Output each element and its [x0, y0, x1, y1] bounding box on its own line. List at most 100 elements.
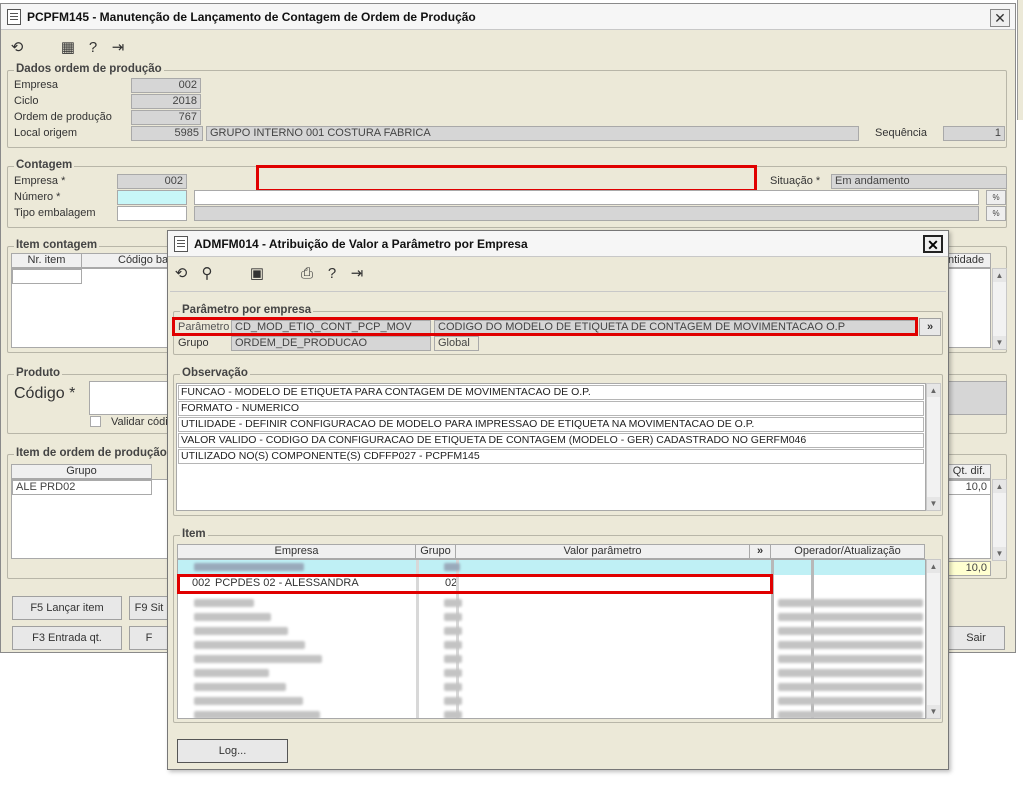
empresa-field: 002 [131, 78, 201, 93]
numero-input[interactable] [117, 190, 187, 205]
sair-button[interactable]: Sair [947, 626, 1005, 650]
help-icon[interactable]: ? [84, 39, 102, 57]
tipo-embalagem-description [194, 206, 979, 221]
dialog-window: ADMFM014 - Atribuição de Valor a Parâmet… [167, 230, 949, 770]
situacao-label: Situação * [770, 175, 821, 187]
observacao-scrollbar[interactable]: ▲ ▼ [926, 383, 941, 511]
item-contagem-scrollbar[interactable]: ▲ ▼ [992, 268, 1007, 350]
scroll-down-arrow[interactable]: ▼ [993, 336, 1006, 349]
item-ordem-total: 10,0 [947, 561, 991, 576]
redacted-cell [778, 613, 923, 621]
refresh-icon[interactable]: ⟲ [172, 265, 190, 283]
redacted-cell [444, 613, 462, 621]
numero-description [194, 190, 979, 205]
grupo-label: Grupo [178, 337, 209, 349]
background-window-edge [1017, 0, 1023, 120]
calendar-icon[interactable]: ▦ [59, 39, 77, 57]
contagem-empresa-label: Empresa * [14, 175, 66, 187]
exit-icon[interactable]: ⇥ [348, 265, 366, 283]
scroll-down-arrow[interactable]: ▼ [927, 705, 940, 718]
sequencia-label: Sequência [875, 127, 927, 139]
grupo-column-header[interactable]: Grupo [415, 544, 456, 559]
qt-dif-header[interactable]: Qt. dif. [947, 464, 991, 479]
contagem-empresa-field: 002 [117, 174, 187, 189]
quantidade-header[interactable]: ntidade [947, 253, 991, 268]
contagem-highlight-box [256, 165, 757, 192]
scroll-up-arrow[interactable]: ▲ [993, 480, 1006, 493]
tipo-embalagem-label: Tipo embalagem [14, 207, 96, 219]
main-title: PCPFM145 - Manutenção de Lançamento de C… [27, 9, 476, 24]
numero-label: Número * [14, 191, 61, 203]
redacted-cell [444, 697, 462, 705]
contagem-title: Contagem [14, 159, 75, 171]
nr-item-header[interactable]: Nr. item [11, 253, 82, 268]
tipo-embalagem-input[interactable] [117, 206, 187, 221]
column-divider [811, 560, 814, 718]
escopo-field: Global [434, 336, 479, 351]
situacao-field: Em andamento [831, 174, 1007, 189]
exit-icon[interactable]: ⇥ [109, 39, 127, 57]
redacted-cell [778, 683, 923, 691]
scroll-up-arrow[interactable]: ▲ [927, 560, 940, 573]
parametro-more-button[interactable]: » [919, 318, 941, 336]
codigo-input[interactable] [89, 381, 173, 415]
parametro-group-title: Parâmetro por empresa [180, 304, 314, 316]
redacted-cell [444, 711, 462, 718]
codigo-barras-header[interactable]: Código ba [81, 253, 171, 268]
item-contagem-row-nr[interactable] [12, 269, 82, 284]
item-contagem-title: Item contagem [14, 239, 100, 251]
print-icon[interactable]: ⎙ [298, 265, 316, 283]
dialog-titlebar: ADMFM014 - Atribuição de Valor a Parâmet… [168, 231, 948, 257]
observacao-title: Observação [180, 367, 250, 379]
search-icon[interactable]: ⚲ [198, 265, 216, 283]
tipo-lookup-button[interactable]: % [986, 206, 1006, 221]
operador-column-header[interactable]: Operador/Atualização [770, 544, 925, 559]
item-ordem-title: Item de ordem de produção [14, 447, 169, 459]
numero-lookup-button[interactable]: % [986, 190, 1006, 205]
observacao-list[interactable]: FUNCAO - MODELO DE ETIQUETA PARA CONTAGE… [176, 383, 926, 511]
document-icon [7, 8, 21, 25]
empresa-label: Empresa [14, 79, 59, 91]
f5-lancar-item-button[interactable]: F5 Lançar item [12, 596, 122, 620]
item-ordem-scrollbar[interactable]: ▲ ▼ [992, 479, 1007, 561]
main-close-button[interactable]: ✕ [990, 9, 1010, 27]
empresa-column-header[interactable]: Empresa [177, 544, 416, 559]
codigo-label: Código * [14, 385, 76, 402]
redacted-cell [778, 641, 923, 649]
scroll-up-arrow[interactable]: ▲ [993, 269, 1006, 282]
valor-parametro-column-header[interactable]: Valor parâmetro [455, 544, 750, 559]
ordem-field: 767 [131, 110, 201, 125]
redacted-cell [194, 613, 271, 621]
grupo-header[interactable]: Grupo [11, 464, 152, 479]
dialog-close-button[interactable]: ✕ [923, 235, 943, 253]
f-other-button[interactable]: F [129, 626, 169, 650]
redacted-cell [194, 599, 254, 607]
scroll-down-arrow[interactable]: ▼ [927, 497, 940, 510]
scroll-up-arrow[interactable]: ▲ [927, 384, 940, 397]
f9-situacao-button[interactable]: F9 Sit [129, 596, 169, 620]
refresh-icon[interactable]: ⟲ [8, 39, 26, 57]
observacao-line: FUNCAO - MODELO DE ETIQUETA PARA CONTAGE… [178, 385, 924, 400]
save-icon[interactable]: ▣ [248, 265, 266, 283]
redacted-cell [444, 599, 462, 607]
redacted-cell [194, 563, 304, 571]
redacted-cell [444, 563, 460, 571]
parametro-highlight-box [172, 317, 918, 336]
redacted-cell [778, 697, 923, 705]
help-icon[interactable]: ? [323, 265, 341, 283]
sequencia-field: 1 [943, 126, 1005, 141]
f3-entrada-qt-button[interactable]: F3 Entrada qt. [12, 626, 122, 650]
grupo-field: ORDEM_DE_PRODUCAO [231, 336, 431, 351]
log-button[interactable]: Log... [177, 739, 288, 763]
produto-title: Produto [14, 367, 63, 379]
item-ordem-row-grupo[interactable]: ALE PRD02 [12, 480, 152, 495]
item-ordem-row-qt[interactable]: 10,0 [947, 480, 991, 495]
validar-checkbox[interactable] [90, 416, 101, 427]
expand-column-header[interactable]: » [749, 544, 771, 559]
dialog-title: ADMFM014 - Atribuição de Valor a Parâmet… [194, 236, 528, 251]
ciclo-label: Ciclo [14, 95, 39, 107]
item-scrollbar[interactable]: ▲ ▼ [926, 559, 941, 719]
scroll-down-arrow[interactable]: ▼ [993, 547, 1006, 560]
toolbar-divider [170, 291, 946, 292]
main-titlebar: PCPFM145 - Manutenção de Lançamento de C… [1, 4, 1015, 30]
